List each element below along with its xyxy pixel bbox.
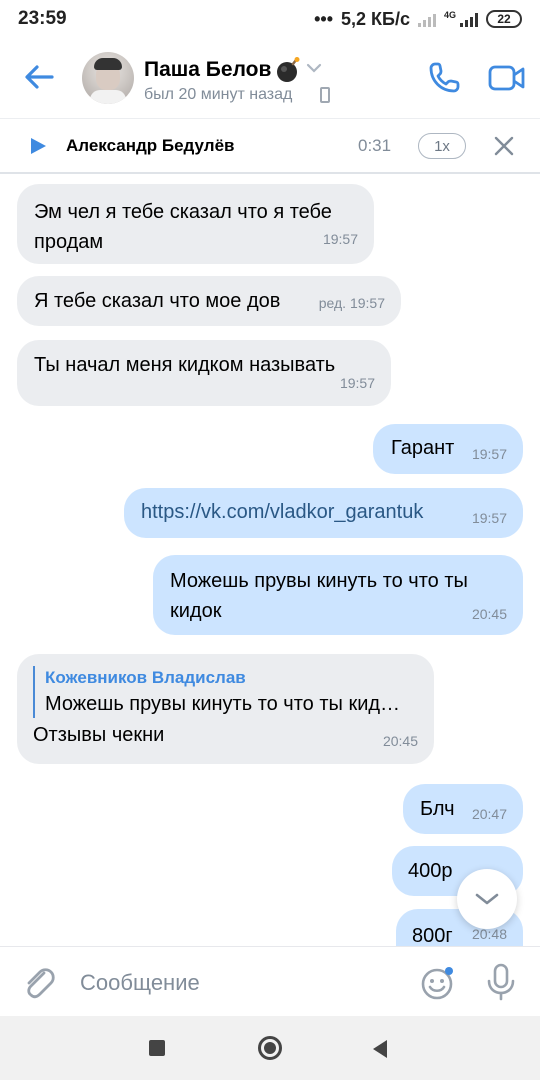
reply-text: Можешь прувы кинуть то что ты кид… (45, 693, 401, 715)
message-time: 19:57 (471, 446, 507, 462)
message-text: Эм чел я тебе сказал что я тебе (34, 201, 332, 223)
message-time: ред. 19:57 (318, 295, 385, 311)
chat-header: Паша Белов был 20 минут назад (0, 38, 540, 118)
status-time: 23:59 (18, 8, 67, 29)
message-bubble-outgoing[interactable]: Гарант 19:57 (373, 424, 523, 474)
cell-signal-icon (460, 11, 478, 27)
player-time: 0:31 (358, 136, 392, 155)
message-time: 20:47 (471, 806, 507, 822)
playback-speed-button[interactable]: 1x (418, 133, 466, 159)
last-seen-status: был 20 минут назад (144, 86, 293, 103)
video-call-icon[interactable] (488, 64, 526, 92)
message-composer (0, 946, 540, 1016)
message-time: 19:57 (322, 231, 358, 247)
network-speed: 5,2 КБ/с (341, 8, 410, 29)
battery-level: 22 (497, 12, 511, 26)
message-bubble-incoming[interactable]: Я тебе сказал что мое дов ред. 19:57 (17, 276, 401, 326)
system-navigation-bar (0, 1016, 540, 1080)
bomb-emoji-icon (277, 57, 300, 82)
reply-quote[interactable]: Кожевников Владислав Можешь прувы кинуть… (33, 666, 418, 718)
home-icon[interactable] (258, 1036, 282, 1060)
message-bubble-incoming[interactable]: Кожевников Владислав Можешь прувы кинуть… (17, 654, 434, 764)
message-text: кидок (170, 600, 222, 622)
emoji-sticker-icon[interactable] (420, 965, 456, 1001)
phone-call-icon[interactable] (426, 60, 462, 96)
status-bar: 23:59 ••• 5,2 КБ/с 4G 22 (0, 0, 540, 38)
message-text: Можешь прувы кинуть то что ты (170, 570, 468, 592)
message-time: 19:57 (471, 510, 507, 526)
play-icon[interactable] (28, 136, 48, 156)
chevron-down-icon[interactable] (306, 62, 322, 74)
message-text: Отзывы чекни (33, 724, 165, 746)
message-list[interactable]: Эм чел я тебе сказал что я тебе продам 1… (0, 176, 540, 946)
message-time: 20:45 (382, 733, 418, 749)
battery-icon: 22 (486, 10, 522, 28)
message-bubble-outgoing[interactable]: Можешь прувы кинуть то что ты кидок 20:4… (153, 555, 523, 635)
status-indicators: ••• 5,2 КБ/с 4G 22 (314, 9, 522, 30)
message-time: 19:57 (339, 375, 375, 391)
paperclip-icon[interactable] (22, 965, 56, 1001)
dots-icon: ••• (314, 8, 334, 29)
microphone-icon[interactable] (485, 963, 517, 1001)
mobile-device-icon (320, 87, 330, 103)
playback-speed-label: 1x (434, 137, 450, 155)
back-arrow-icon[interactable] (22, 60, 56, 94)
scroll-to-bottom-button[interactable] (457, 869, 517, 929)
message-bubble-incoming[interactable]: Ты начал меня кидком называть 19:57 (17, 340, 391, 406)
message-bubble-outgoing[interactable]: https://vk.com/vladkor_garantuk 19:57 (124, 488, 523, 538)
message-input[interactable] (80, 967, 400, 999)
message-bubble-incoming[interactable]: Эм чел я тебе сказал что я тебе продам 1… (17, 184, 374, 264)
audio-player-bar: Александр Бедулёв 0:31 1x (0, 118, 540, 174)
message-link[interactable]: https://vk.com/vladkor_garantuk (141, 497, 507, 527)
close-icon[interactable] (494, 136, 514, 156)
avatar[interactable] (82, 52, 134, 104)
system-back-icon[interactable] (373, 1040, 387, 1058)
wifi-signal-icon (417, 11, 436, 27)
contact-name[interactable]: Паша Белов (144, 58, 271, 82)
message-bubble-outgoing[interactable]: Блч 20:47 (403, 784, 523, 834)
message-time: 20:45 (471, 606, 507, 622)
chevron-down-icon (475, 893, 499, 905)
player-track-title[interactable]: Александр Бедулёв (66, 136, 234, 156)
recent-apps-icon[interactable] (149, 1040, 165, 1056)
network-type: 4G (443, 9, 456, 20)
message-text: продам (34, 231, 104, 253)
message-text: Ты начал меня кидком называть (34, 354, 336, 376)
reply-author: Кожевников Владислав (45, 668, 246, 687)
